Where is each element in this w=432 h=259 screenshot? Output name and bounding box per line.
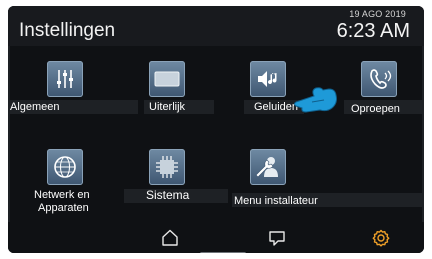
sliders-icon (47, 61, 83, 97)
bottom-nav (8, 222, 424, 253)
header-bar: Instellingen 19 AGO 2019 6:23 AM (8, 6, 424, 46)
time-display: 6:23 AM (336, 20, 410, 42)
page-title: Instellingen (19, 20, 116, 41)
wrench-person-icon (250, 149, 286, 185)
message-icon[interactable] (266, 228, 288, 248)
menu-label-netwerk-line1: Netwerk en (34, 189, 90, 201)
pointing-hand-icon (294, 87, 337, 113)
speaker-music-icon (250, 61, 286, 97)
network-globe-icon (47, 149, 83, 185)
date-display: 19 AGO 2019 (349, 9, 406, 19)
gear-icon[interactable] (370, 228, 392, 248)
menu-label-sistema: Sistema (146, 188, 190, 202)
settings-screen: Instellingen 19 AGO 2019 6:23 AM Algemee… (8, 6, 424, 253)
menu-label-geluiden: Geluiden (254, 101, 299, 113)
menu-label-netwerk-line2: Apparaten (38, 202, 89, 214)
menu-label-installateur: Menu installateur (234, 195, 318, 207)
menu-label-algemeen: Algemeen (10, 101, 60, 113)
menu-label-uiterlijk: Uiterlijk (149, 101, 186, 113)
home-indicator (200, 252, 246, 253)
menu-label-oproepen: Oproepen (351, 103, 400, 115)
home-icon[interactable] (159, 228, 181, 248)
display-icon (149, 61, 185, 97)
call-icon (361, 61, 397, 97)
chip-icon (149, 149, 185, 185)
